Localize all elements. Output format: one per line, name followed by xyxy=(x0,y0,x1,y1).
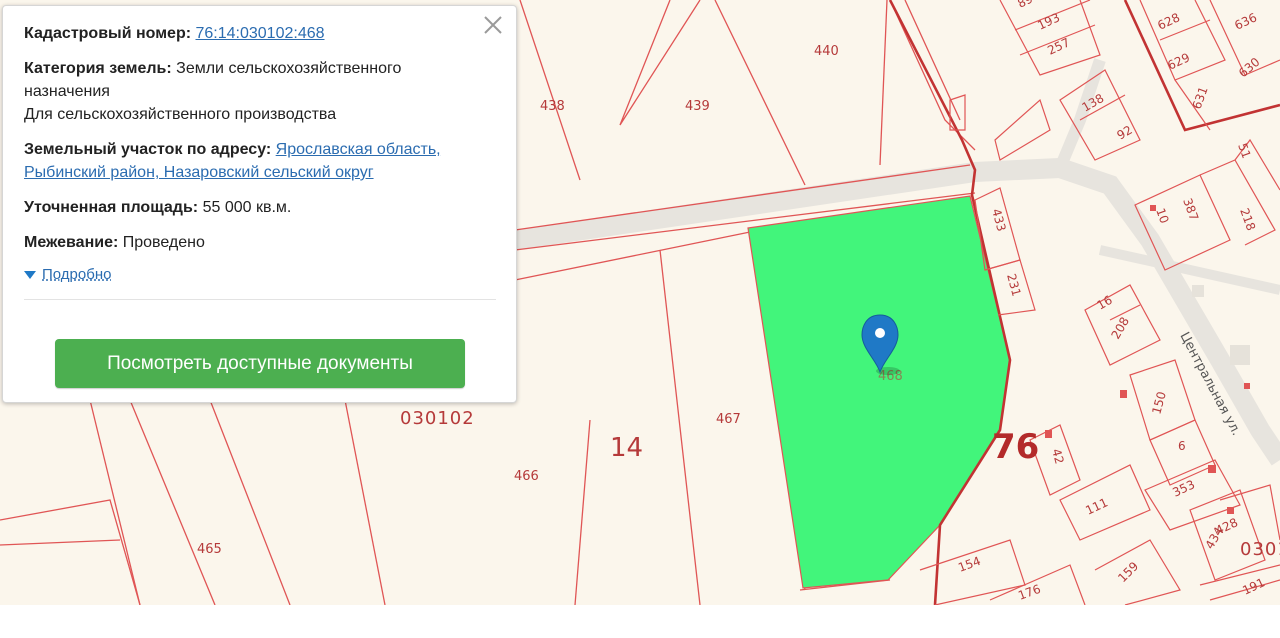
parcel-label-630: 630 xyxy=(1236,55,1263,80)
view-documents-button[interactable]: Посмотреть доступные документы xyxy=(55,339,465,388)
parcel-label-428: 428 xyxy=(1213,515,1240,537)
parcel-label-631: 631 xyxy=(1190,85,1211,111)
selected-parcel-468[interactable] xyxy=(747,195,1011,589)
details-toggle-label: Подробно xyxy=(42,266,112,283)
address-link-line1[interactable]: Ярославская область, xyxy=(276,141,441,158)
quarter-code-label: 030102 xyxy=(400,408,475,429)
parcel-label-159: 159 xyxy=(1115,559,1141,585)
cadastral-number-label: Кадастровый номер: xyxy=(24,25,192,42)
address-link-line2[interactable]: Рыбинский район, Назаровский сельский ок… xyxy=(24,164,374,181)
bottom-strip xyxy=(0,605,1280,638)
land-category-label: Категория земель: xyxy=(24,60,172,77)
parcel-label-387: 387 xyxy=(1180,196,1201,222)
cadastral-number-link[interactable]: 76:14:030102:468 xyxy=(196,25,325,42)
parcel-label-92: 92 xyxy=(1115,123,1135,143)
parcel-label-629: 629 xyxy=(1165,50,1192,72)
address-row: Земельный участок по адресу: Ярославская… xyxy=(24,138,496,184)
land-category-row: Категория земель: Земли сельскохозяйстве… xyxy=(24,57,496,126)
quarter-number-label: 14 xyxy=(610,433,643,463)
parcel-label-51: 51 xyxy=(1235,141,1253,160)
parcel-label-465: 465 xyxy=(197,542,222,557)
district-number-label: 76 xyxy=(992,427,1039,467)
parcel-label-111: 111 xyxy=(1083,495,1110,517)
triangle-down-icon xyxy=(24,270,36,279)
survey-row: Межевание: Проведено xyxy=(24,231,496,254)
parcel-label-231: 231 xyxy=(1004,272,1023,298)
parcel-label-42: 42 xyxy=(1049,447,1066,465)
road-branch xyxy=(1054,58,1106,171)
address-label: Земельный участок по адресу: xyxy=(24,141,272,158)
details-toggle[interactable]: Подробно xyxy=(24,266,496,283)
parcel-label-10: 10 xyxy=(1153,206,1171,225)
land-category-value-line1: Земли сельскохозяйственного xyxy=(176,60,402,77)
parcel-label-438: 438 xyxy=(540,99,565,114)
parcel-label-6: 6 xyxy=(1178,439,1186,453)
parcel-label-439: 439 xyxy=(685,99,710,114)
parcel-label-191: 191 xyxy=(1240,575,1267,597)
close-icon[interactable] xyxy=(482,14,504,36)
parcel-label-257: 257 xyxy=(1045,35,1072,57)
land-category-value-line2: назначения xyxy=(24,83,110,100)
parcel-label-433: 433 xyxy=(989,207,1008,233)
survey-value: Проведено xyxy=(122,234,205,251)
parcel-label-89: 89 xyxy=(1015,0,1035,11)
land-use-value: Для сельскохозяйственного производства xyxy=(24,106,337,123)
parcel-label-636: 636 xyxy=(1232,10,1259,32)
parcel-label-218: 218 xyxy=(1237,206,1258,232)
parcel-label-353: 353 xyxy=(1170,477,1197,499)
area-row: Уточненная площадь: 55 000 кв.м. xyxy=(24,196,496,219)
parcel-label-150: 150 xyxy=(1149,390,1168,416)
parcel-label-628: 628 xyxy=(1155,10,1182,32)
survey-label: Межевание: xyxy=(24,234,119,251)
parcel-label-467: 467 xyxy=(716,412,741,427)
parcel-label-440: 440 xyxy=(814,44,839,59)
road-side xyxy=(1098,245,1280,295)
parcel-label-193: 193 xyxy=(1035,10,1062,32)
parcel-info-card: Кадастровый номер: 76:14:030102:468 Кате… xyxy=(2,5,517,403)
area-value: 55 000 кв.м. xyxy=(202,199,292,216)
area-label: Уточненная площадь: xyxy=(24,199,199,216)
parcel-label-176: 176 xyxy=(1016,582,1042,603)
parcel-label-466: 466 xyxy=(514,469,539,484)
quarter-code-right-label: 0301 xyxy=(1240,539,1280,560)
cadastral-number-row: Кадастровый номер: 76:14:030102:468 xyxy=(24,22,496,45)
card-divider xyxy=(24,299,496,300)
